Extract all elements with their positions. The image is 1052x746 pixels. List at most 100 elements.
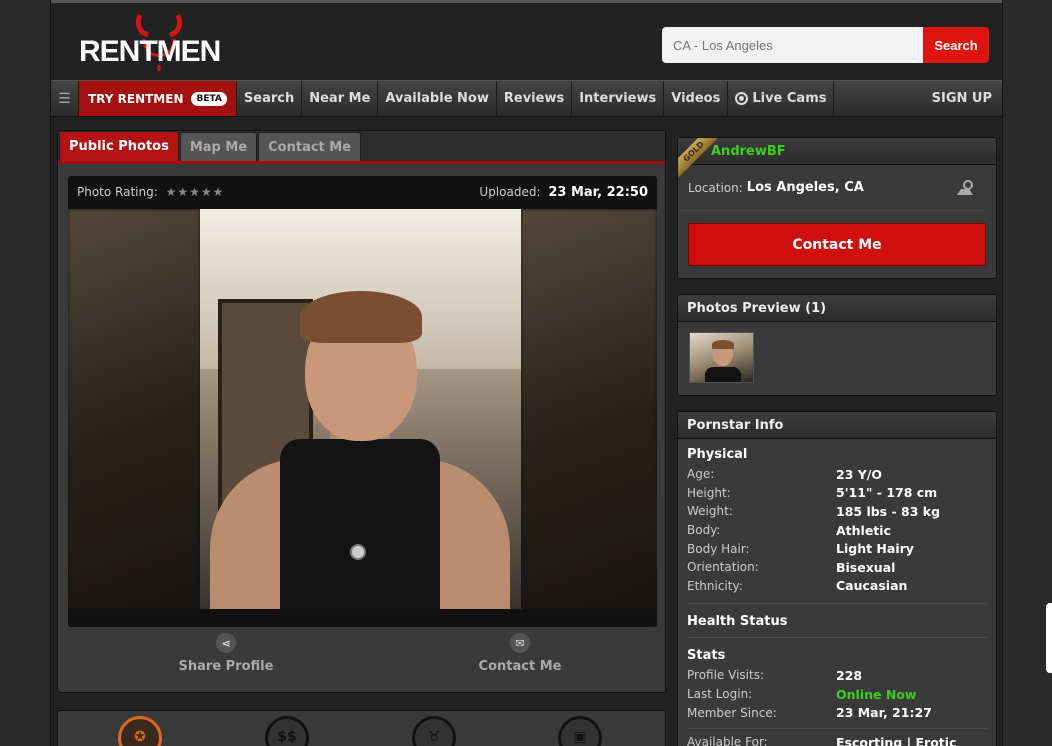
tab-map-me[interactable]: Map Me bbox=[179, 132, 258, 161]
info-key: Height: bbox=[687, 485, 731, 500]
photo-hair bbox=[300, 291, 422, 343]
uploaded-label: Uploaded: bbox=[479, 184, 541, 199]
location-value: Los Angeles, CA bbox=[746, 180, 864, 195]
info-row: Ethnicity: Caucasian bbox=[687, 577, 987, 596]
contact-me-action[interactable]: ✉ Contact Me bbox=[430, 633, 610, 674]
nav-available-now[interactable]: Available Now bbox=[378, 81, 497, 116]
nav-try-label: TRY RENTMEN bbox=[88, 91, 184, 106]
photo-rating-label: Photo Rating: bbox=[77, 185, 158, 199]
photos-preview-panel: Photos Preview (1) bbox=[677, 294, 997, 396]
uploaded-value: 23 Mar, 22:50 bbox=[548, 184, 648, 200]
info-value: Light Hairy bbox=[836, 541, 914, 557]
thumb-hair bbox=[712, 340, 734, 349]
beta-badge: BETA bbox=[191, 91, 227, 106]
sign-up-link[interactable]: SIGN UP bbox=[925, 81, 1002, 116]
logo[interactable]: RENTMEN bbox=[79, 11, 229, 79]
profile-sidebar: GOLD AndrewBF Location: Los Angeles, CA … bbox=[677, 137, 997, 746]
divider bbox=[687, 603, 987, 605]
tab-public-photos[interactable]: Public Photos bbox=[59, 131, 179, 161]
share-profile-button[interactable]: ⋖ Share Profile bbox=[136, 633, 316, 674]
info-value: Caucasian bbox=[836, 578, 908, 594]
search-bar: Search bbox=[662, 27, 989, 63]
photos-preview-title: Photos Preview (1) bbox=[678, 295, 996, 322]
webcam-icon bbox=[735, 92, 749, 105]
hamburger-menu-icon[interactable]: ☰ bbox=[51, 81, 79, 116]
info-row: Profile Visits: 228 bbox=[687, 666, 987, 685]
info-key: Profile Visits: bbox=[687, 668, 764, 683]
info-row: Height: 5'11" - 178 cm bbox=[687, 484, 987, 503]
photo-viewer: Photo Rating: ★★★★★ Uploaded: 23 Mar, 22… bbox=[68, 176, 657, 627]
search-input[interactable] bbox=[662, 27, 923, 63]
health-status-title: Health Status bbox=[687, 614, 788, 630]
info-key: Orientation: bbox=[687, 560, 759, 575]
photo-main-image bbox=[200, 209, 521, 609]
photo-thumbnail[interactable] bbox=[689, 332, 754, 383]
nav-try-rentmen[interactable]: TRY RENTMEN BETA bbox=[79, 81, 237, 116]
info-key: Weight: bbox=[687, 504, 733, 519]
pornstar-info-panel: Pornstar Info Physical Age: 23 Y/O Height… bbox=[677, 411, 997, 746]
share-profile-label: Share Profile bbox=[178, 659, 274, 674]
info-key: Available For: bbox=[687, 735, 768, 746]
location-row: Location: Los Angeles, CA bbox=[678, 165, 984, 211]
info-key: Body Hair: bbox=[687, 541, 750, 556]
feature-icons-panel: ✪ $$ ♉ ▣ bbox=[57, 710, 666, 746]
info-key: Ethnicity: bbox=[687, 578, 743, 593]
contact-me-action-label: Contact Me bbox=[478, 659, 562, 674]
page: RENTMEN Search ☰ TRY RENTMEN BETA Search… bbox=[50, 0, 1003, 746]
photo-header: Photo Rating: ★★★★★ Uploaded: 23 Mar, 22… bbox=[68, 176, 657, 208]
search-button[interactable]: Search bbox=[923, 27, 989, 63]
info-value: 23 Y/O bbox=[836, 466, 882, 482]
nav-live-cams[interactable]: Live Cams bbox=[728, 81, 835, 116]
divider bbox=[687, 637, 987, 639]
info-value: 185 lbs - 83 kg bbox=[836, 503, 941, 519]
stats-title: Stats bbox=[687, 648, 726, 664]
photo-blur-left bbox=[68, 209, 200, 609]
info-key: Last Login: bbox=[687, 687, 753, 702]
profile-card: GOLD AndrewBF Location: Los Angeles, CA … bbox=[677, 137, 997, 279]
divider bbox=[687, 727, 987, 729]
thumb-shirt bbox=[705, 367, 741, 382]
info-value: 23 Mar, 21:27 bbox=[836, 705, 932, 721]
photo-pendant bbox=[350, 544, 366, 560]
side-widget-tab[interactable] bbox=[1046, 603, 1052, 673]
info-row: Body Hair: Light Hairy bbox=[687, 539, 987, 558]
photo-panel: Public Photos Map Me Contact Me Photo Ra… bbox=[57, 130, 666, 693]
profile-photo[interactable] bbox=[68, 209, 657, 609]
info-value: 228 bbox=[836, 667, 863, 683]
main-nav: ☰ TRY RENTMEN BETA Search Near Me Availa… bbox=[51, 80, 1002, 117]
pornstar-info-body: Physical Age: 23 Y/O Height: 5'11" - 178 c… bbox=[678, 439, 996, 746]
contact-me-button[interactable]: Contact Me bbox=[688, 223, 986, 266]
nav-interviews[interactable]: Interviews bbox=[572, 81, 665, 116]
award-icon[interactable]: ✪ bbox=[118, 716, 162, 746]
tab-contact-me[interactable]: Contact Me bbox=[258, 132, 362, 161]
photo-actions: ⋖ Share Profile ✉ Contact Me bbox=[58, 633, 665, 683]
info-row: Orientation: Bisexual bbox=[687, 558, 987, 577]
topbar: RENTMEN Search bbox=[51, 0, 1002, 80]
nav-live-cams-label: Live Cams bbox=[752, 91, 827, 106]
nav-reviews[interactable]: Reviews bbox=[497, 81, 573, 116]
dollar-icon[interactable]: $$ bbox=[265, 716, 309, 746]
photo-tabs: Public Photos Map Me Contact Me bbox=[58, 131, 665, 164]
nav-near-me[interactable]: Near Me bbox=[302, 81, 379, 116]
info-row: Weight: 185 lbs - 83 kg bbox=[687, 502, 987, 521]
info-key: Member Since: bbox=[687, 705, 777, 720]
info-value: Escorting | Erotic bbox=[836, 734, 957, 746]
physical-title: Physical bbox=[687, 447, 748, 462]
info-key: Age: bbox=[687, 467, 715, 482]
nav-search[interactable]: Search bbox=[237, 81, 303, 116]
info-row: Body: Athletic bbox=[687, 521, 987, 540]
username[interactable]: AndrewBF bbox=[711, 144, 786, 159]
info-value: Athletic bbox=[836, 522, 891, 538]
envelope-icon: ✉ bbox=[510, 633, 530, 653]
map-pin-icon[interactable] bbox=[956, 179, 974, 196]
info-row: Age: 23 Y/O bbox=[687, 465, 987, 484]
online-status: Online Now bbox=[836, 686, 917, 702]
rating-stars-icon[interactable]: ★★★★★ bbox=[166, 185, 225, 199]
logo-text: RENTMEN bbox=[79, 35, 221, 68]
nav-videos[interactable]: Videos bbox=[664, 81, 729, 116]
photo-shirt bbox=[280, 439, 440, 609]
share-icon: ⋖ bbox=[216, 633, 236, 653]
camera-icon[interactable]: ▣ bbox=[558, 716, 602, 746]
devil-icon[interactable]: ♉ bbox=[412, 716, 456, 746]
info-row: Available For: Escorting | Erotic bbox=[687, 733, 987, 746]
